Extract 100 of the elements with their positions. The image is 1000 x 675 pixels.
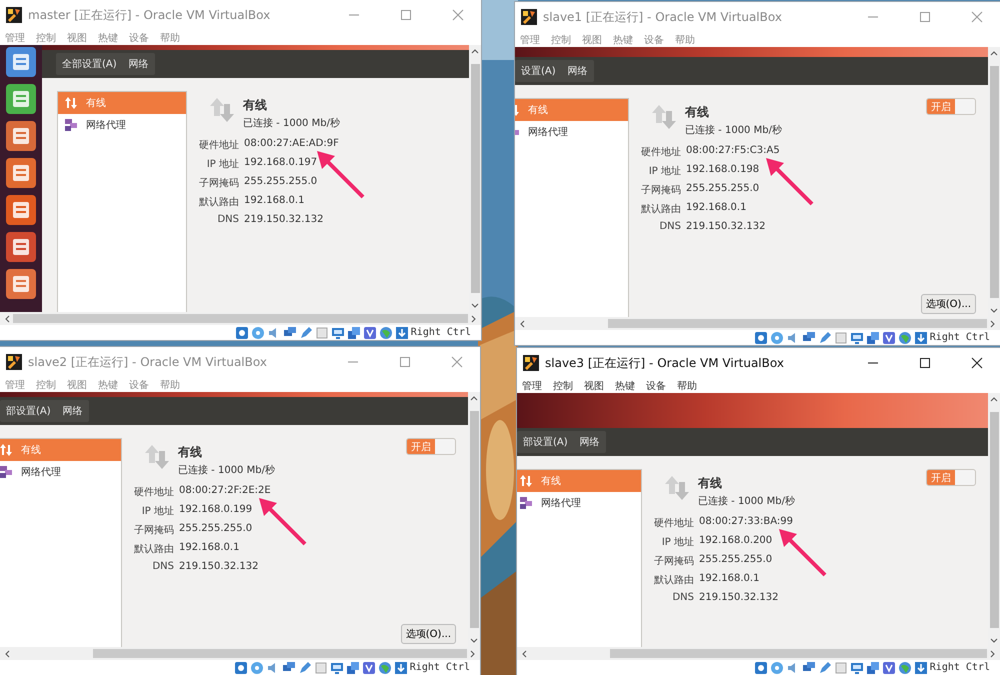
menu-item[interactable]: 设备: [129, 30, 149, 44]
menu-item[interactable]: 热键: [98, 30, 118, 44]
globe-icon[interactable]: [378, 660, 392, 674]
scroll-left-icon[interactable]: [4, 314, 10, 322]
breadcrumb-button[interactable]: 部设置(A): [517, 431, 574, 453]
menu-item[interactable]: 视图: [582, 32, 602, 46]
sidebar-item[interactable]: 网络代理: [515, 121, 628, 143]
menu-item[interactable]: 管理: [522, 378, 542, 392]
download-icon[interactable]: [914, 660, 928, 674]
toggle-switch[interactable]: 开启: [926, 469, 976, 486]
breadcrumb-button[interactable]: 网络: [56, 400, 89, 422]
globe-icon[interactable]: [378, 326, 393, 340]
sidebar-item[interactable]: 网络代理: [0, 461, 121, 483]
square-icon[interactable]: [834, 660, 848, 674]
scroll-up-icon[interactable]: [470, 395, 478, 401]
scroll-right-icon[interactable]: [470, 650, 476, 658]
document-icon[interactable]: [5, 46, 37, 78]
scroll-down-icon[interactable]: [990, 638, 998, 644]
folder-icon[interactable]: [5, 268, 37, 300]
disc-icon[interactable]: [250, 326, 265, 340]
scroll-down-icon[interactable]: [471, 303, 479, 309]
menu-item[interactable]: 管理: [520, 32, 540, 46]
horizontal-scrollbar[interactable]: [515, 317, 1000, 330]
square-icon[interactable]: [834, 330, 848, 344]
sidebar-item[interactable]: 有线: [517, 470, 641, 492]
monitor-icon[interactable]: [330, 326, 345, 340]
menu-item[interactable]: 设备: [646, 378, 666, 392]
horizontal-scrollbar[interactable]: [517, 647, 1000, 660]
windows-icon[interactable]: [866, 660, 880, 674]
sidebar-item[interactable]: 网络代理: [58, 114, 186, 136]
menu-item[interactable]: 热键: [613, 32, 633, 46]
scroll-left-icon[interactable]: [521, 650, 527, 658]
globe-icon[interactable]: [898, 330, 912, 344]
breadcrumb-button[interactable]: 全部设置(A): [56, 53, 123, 75]
scroll-left-icon[interactable]: [4, 650, 10, 658]
scroll-down-icon[interactable]: [470, 638, 478, 644]
monitor-icon[interactable]: [850, 330, 864, 344]
sidebar-item[interactable]: 有线: [515, 99, 628, 121]
scroll-up-icon[interactable]: [471, 48, 479, 54]
menu-item[interactable]: 管理: [5, 30, 25, 44]
windows-icon[interactable]: [346, 660, 360, 674]
vertical-scrollbar[interactable]: [988, 393, 1000, 647]
vertical-scrollbar[interactable]: [988, 47, 1000, 317]
windows-icon[interactable]: [346, 326, 361, 340]
vertical-scrollbar[interactable]: [469, 45, 481, 312]
spreadsheet-icon[interactable]: [5, 83, 37, 115]
windows-icon[interactable]: [866, 330, 880, 344]
scroll-up-icon[interactable]: [990, 50, 998, 56]
monitor-icon[interactable]: [850, 660, 864, 674]
square-icon[interactable]: [314, 326, 329, 340]
menu-item[interactable]: 热键: [615, 378, 635, 392]
disc-icon[interactable]: [770, 660, 784, 674]
breadcrumb-button[interactable]: 部设置(A): [0, 400, 57, 422]
square-icon[interactable]: [314, 660, 328, 674]
breadcrumb-button[interactable]: 网络: [122, 53, 155, 75]
disc-icon[interactable]: [770, 330, 784, 344]
menu-item[interactable]: 控制: [36, 30, 56, 44]
toggle-switch[interactable]: 开启: [406, 438, 456, 455]
shield-icon[interactable]: [882, 660, 896, 674]
gear-icon[interactable]: [5, 231, 37, 263]
sidebar-item[interactable]: 网络代理: [517, 492, 641, 514]
menu-item[interactable]: 帮助: [160, 30, 180, 44]
options-button[interactable]: 选项(O)...: [400, 624, 456, 644]
breadcrumb-button[interactable]: 网络: [574, 431, 606, 453]
bag-icon[interactable]: [5, 157, 37, 189]
download-icon[interactable]: [394, 326, 409, 340]
vertical-scrollbar[interactable]: [468, 392, 480, 647]
horizontal-scrollbar[interactable]: [0, 647, 480, 660]
close-icon[interactable]: [970, 356, 984, 370]
maximize-icon[interactable]: [918, 356, 932, 370]
sidebar-item[interactable]: 有线: [58, 92, 186, 114]
menu-item[interactable]: 视图: [67, 378, 87, 392]
globe-icon[interactable]: [898, 660, 912, 674]
options-button[interactable]: 选项(O)...: [920, 294, 976, 314]
menu-item[interactable]: 控制: [553, 378, 573, 392]
scroll-right-icon[interactable]: [990, 320, 996, 328]
download-icon[interactable]: [914, 330, 928, 344]
menu-item[interactable]: 视图: [67, 30, 87, 44]
shield-icon[interactable]: [362, 660, 376, 674]
menu-item[interactable]: 热键: [98, 378, 118, 392]
menu-item[interactable]: 帮助: [675, 32, 695, 46]
toggle-switch[interactable]: 开启: [926, 98, 976, 115]
scroll-right-icon[interactable]: [990, 650, 996, 658]
menu-item[interactable]: 控制: [36, 378, 56, 392]
breadcrumb-button[interactable]: 网络: [562, 60, 594, 82]
menu-item[interactable]: 帮助: [160, 378, 180, 392]
tile-icon[interactable]: [5, 194, 37, 226]
menu-item[interactable]: 帮助: [677, 378, 697, 392]
shield-icon[interactable]: [362, 326, 377, 340]
presentation-icon[interactable]: [5, 120, 37, 152]
scroll-left-icon[interactable]: [519, 320, 525, 328]
scroll-up-icon[interactable]: [990, 396, 998, 402]
shield-icon[interactable]: [882, 330, 896, 344]
scroll-right-icon[interactable]: [471, 314, 477, 322]
menu-item[interactable]: 管理: [5, 378, 25, 392]
scroll-down-icon[interactable]: [990, 308, 998, 314]
menu-item[interactable]: 设备: [129, 378, 149, 392]
disc-icon[interactable]: [250, 660, 264, 674]
horizontal-scrollbar[interactable]: [0, 312, 481, 325]
sidebar-item[interactable]: 有线: [0, 439, 121, 461]
